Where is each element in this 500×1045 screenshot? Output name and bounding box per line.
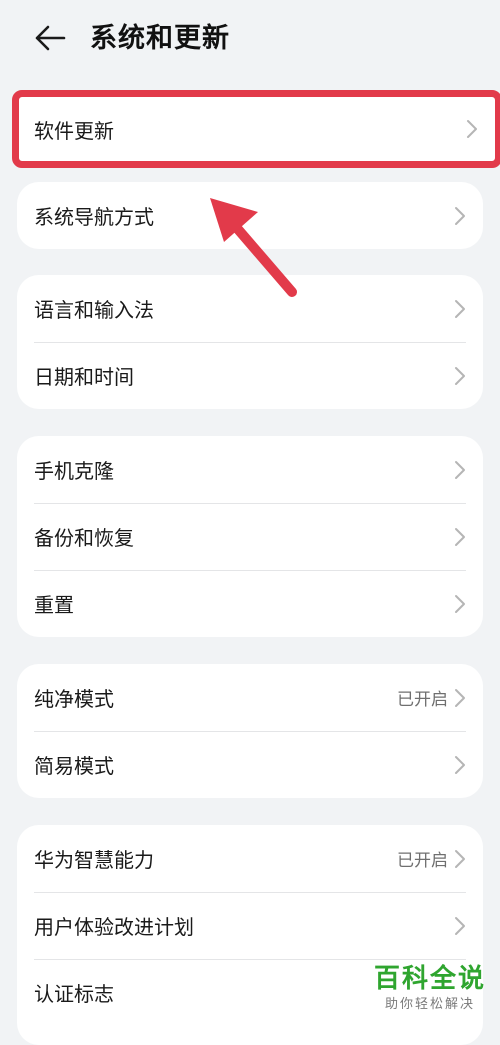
- item-label: 简易模式: [34, 754, 114, 778]
- annotation-arrow-icon: [210, 198, 297, 297]
- item-status: 已开启: [397, 851, 448, 871]
- list-item[interactable]: 纯净模式 已开启: [17, 664, 483, 731]
- item-label: 纯净模式: [34, 687, 114, 711]
- chevron-right-icon: [454, 299, 466, 319]
- chevron-right-icon: [454, 366, 466, 386]
- chevron-right-icon: [454, 527, 466, 547]
- item-label: 日期和时间: [34, 365, 134, 389]
- watermark-logo: 百科全说 助你轻松解决: [374, 958, 486, 1012]
- item-label: 备份和恢复: [34, 526, 134, 550]
- list-item[interactable]: 华为智慧能力 已开启: [17, 825, 483, 892]
- settings-group-huawei: 华为智慧能力 已开启 用户体验改进计划 认证标志: [17, 825, 483, 1045]
- list-item[interactable]: 重置: [17, 570, 483, 637]
- chevron-right-icon: [454, 460, 466, 480]
- software-update-label: 软件更新: [34, 118, 114, 143]
- top-bar: 系统和更新: [0, 0, 500, 76]
- item-status: 已开启: [397, 690, 448, 710]
- watermark-title: 百科全说: [373, 964, 486, 994]
- chevron-right-icon: [454, 916, 466, 936]
- list-item[interactable]: 备份和恢复: [17, 503, 483, 570]
- list-item[interactable]: 日期和时间: [17, 342, 483, 409]
- list-item[interactable]: 手机克隆: [17, 436, 483, 503]
- item-label: 重置: [34, 593, 74, 617]
- arrow-left-icon: [35, 25, 66, 51]
- item-label: 用户体验改进计划: [34, 915, 194, 939]
- chevron-right-icon: [454, 688, 466, 708]
- highlight-frame: 软件更新: [12, 90, 500, 168]
- settings-group-modes: 纯净模式 已开启 简易模式: [17, 664, 483, 798]
- chevron-right-icon: [454, 755, 466, 775]
- chevron-right-icon: [454, 206, 466, 226]
- watermark-subtitle: 助你轻松解决: [384, 997, 475, 1012]
- software-update-row[interactable]: 软件更新: [19, 97, 495, 161]
- list-item[interactable]: 用户体验改进计划: [17, 892, 483, 959]
- item-label: 手机克隆: [34, 459, 114, 483]
- chevron-right-icon: [454, 849, 466, 869]
- page-title: 系统和更新: [90, 23, 230, 54]
- back-button[interactable]: [30, 20, 70, 56]
- chevron-right-icon: [454, 594, 466, 614]
- chevron-right-icon: [466, 119, 478, 139]
- item-label: 华为智慧能力: [34, 848, 154, 872]
- settings-group-backup: 手机克隆 备份和恢复 重置: [17, 436, 483, 637]
- list-item[interactable]: 简易模式: [17, 731, 483, 798]
